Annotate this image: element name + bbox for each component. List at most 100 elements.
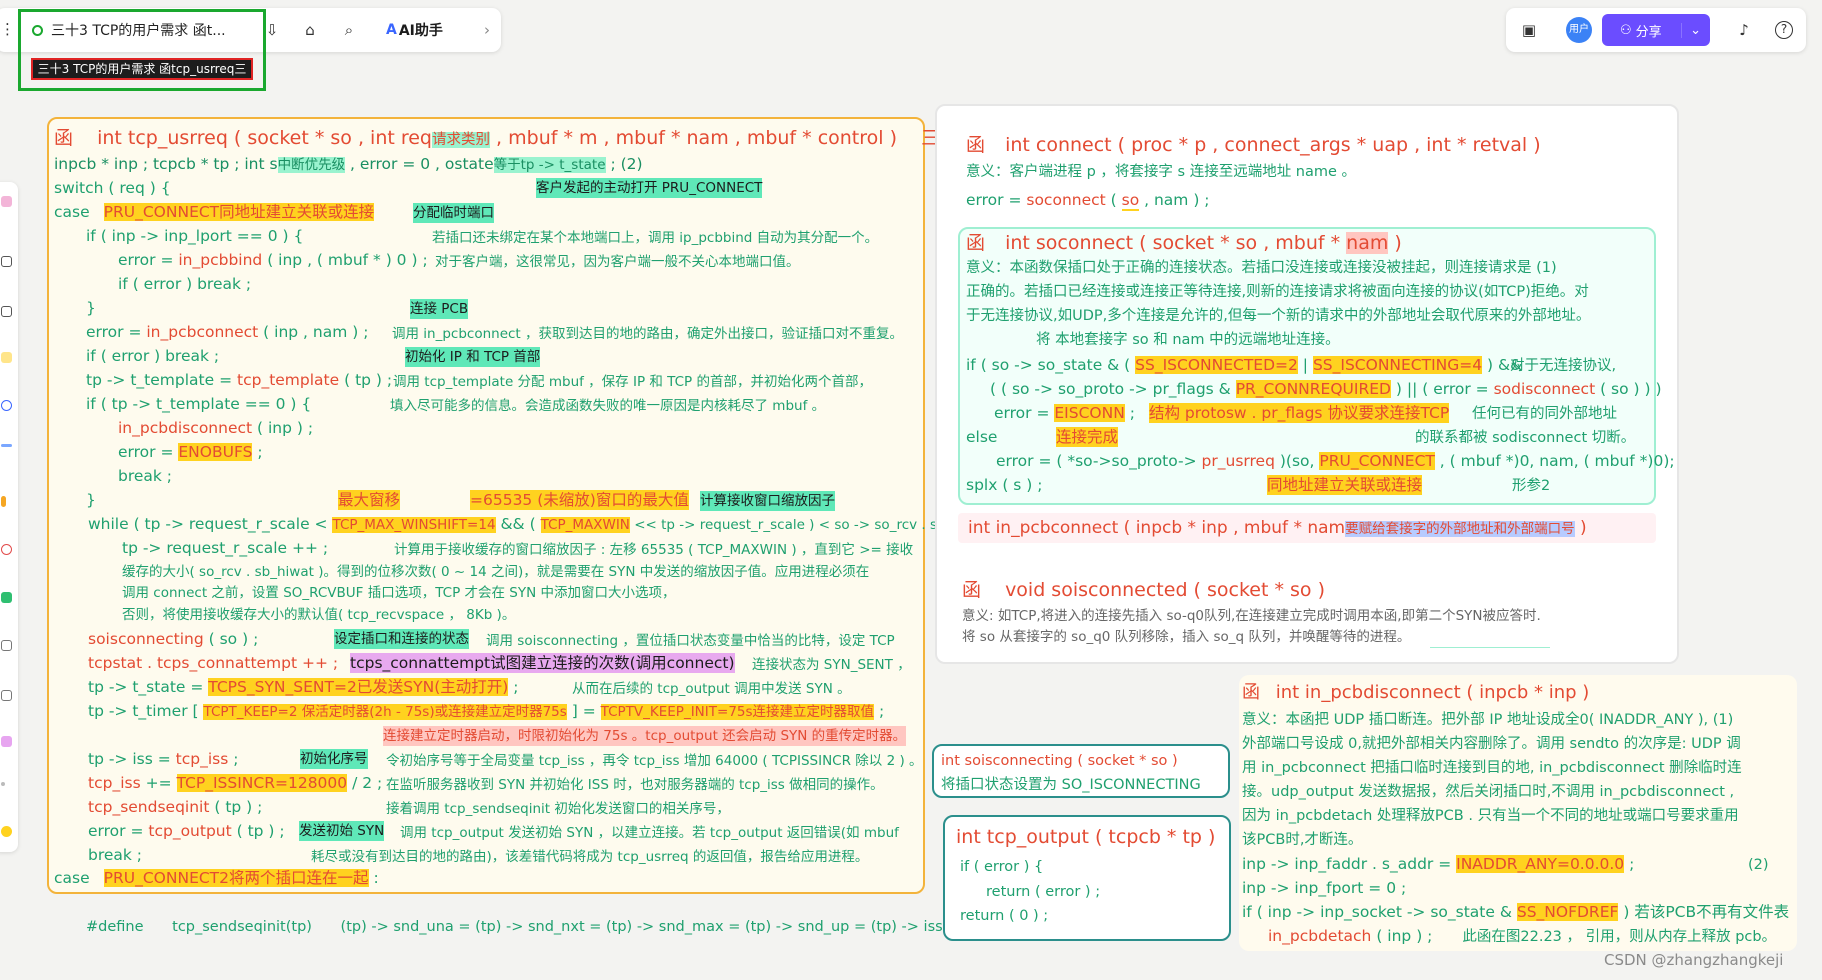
- note-icon[interactable]: [1, 352, 12, 363]
- note-highlight: 同地址建立关联或连接: [1267, 475, 1423, 495]
- template-icon[interactable]: [1, 736, 12, 747]
- note-highlight: =65535 (未缩放)窗口的最大值: [470, 490, 689, 510]
- code-line: error = ENOBUFS ;: [118, 443, 263, 461]
- code-line: error = tcp_output ( tp ) ;: [88, 822, 285, 840]
- code-line: splx ( s ) ;: [966, 476, 1043, 494]
- req-note: 请求类别: [432, 132, 490, 148]
- code-line: if ( error ) break ;: [86, 347, 220, 365]
- code-line: in_pcbdetach ( inp ) ; 此函在图22.23 ， 引用，则从内…: [1268, 927, 1777, 945]
- note-text: 的联系都被 sodisconnect 切断。: [1415, 430, 1636, 446]
- desc-text: 用 in_pcbconnect 把插口临时连接到目的地, in_pcbdisco…: [1242, 760, 1742, 776]
- desc-text: 意义: 如TCP,将进入的连接先插入 so-q0队列,在连接建立完成时调用本函,…: [962, 608, 1541, 624]
- card-title-line: 函 void soisconnected ( socket * so ): [962, 580, 1325, 600]
- tag-icon[interactable]: ⌂: [295, 15, 325, 45]
- frame-icon[interactable]: [1, 256, 12, 267]
- card-title-line: 函 int tcp_usrreq ( socket * so , int req…: [54, 128, 940, 150]
- code-line: in_pcbdisconnect ( inp ) ;: [118, 419, 314, 437]
- note-text: 连接状态为 SYN_SENT ，: [752, 657, 911, 673]
- code-line: }: [86, 491, 96, 509]
- note-text: 调用 tcp_output 发送初始 SYN ，以建立连接。若 tcp_outp…: [400, 825, 899, 841]
- note-text: 调用 in_pcbconnect ，获取到达目的地的路由，确定外出接口，验证插口…: [392, 326, 904, 342]
- pcbconnect-line: int in_pcbconnect ( inpcb * inp , mbuf *…: [968, 518, 1587, 538]
- code-line: inp -> inp_fport = 0 ;: [1242, 879, 1407, 897]
- note-highlight: 分配临时端口: [413, 203, 494, 223]
- code-line: inpcb * inp ; tcpcb * tp ; int s中断优先级 , …: [54, 155, 643, 173]
- code-line: if ( so -> so_state & ( SS_ISCONNECTED=2…: [966, 356, 1523, 374]
- note-text: 对于客户端，这很常见，因为客户端一般不关心本地端口值。: [435, 254, 800, 270]
- menu-icon[interactable]: ⋮: [0, 20, 15, 38]
- card-title-line: 函 int in_pcbdisconnect ( inpcb * inp ): [1242, 683, 1589, 703]
- note-highlight: 初始化序号: [300, 749, 368, 769]
- code-line: tp -> iss = tcp_iss ;: [88, 750, 239, 768]
- func-signature: void soisconnected ( socket * so ): [1005, 579, 1325, 601]
- define-body: (tp) -> snd_una = (tp) -> snd_nxt = (tp)…: [340, 919, 943, 935]
- chevron-right-icon[interactable]: ›: [472, 15, 502, 45]
- code-line: break ;: [88, 846, 143, 864]
- code-line: case PRU_CONNECT同地址建立关联或连接: [54, 203, 375, 221]
- note-text: 若插口还未绑定在某个本地端口上，调用 ip_pcbbind 自动为其分配一个。: [432, 230, 879, 246]
- note-text: 对于无连接协议,: [1510, 358, 1617, 374]
- table-icon[interactable]: [1, 592, 12, 603]
- code-line: tcp_iss += TCP_ISSINCR=128000 / 2 ;: [88, 774, 383, 792]
- func-marker: 函: [54, 127, 74, 149]
- bell-icon[interactable]: ♪: [1729, 15, 1759, 45]
- note-highlight: 连接建立定时器启动，时限初始化为 75s 。tcp_output 还会启动 SY…: [383, 726, 907, 746]
- desc-text: 意义：本函把 UDP 插口断连。把外部 IP 地址设成全0( INADDR_AN…: [1242, 712, 1734, 728]
- card-title-line: 函 int connect ( proc * p , connect_args …: [966, 135, 1541, 155]
- code-line: tcp_sendseqinit ( tp ) ;: [88, 798, 263, 816]
- code-line: tp -> t_state = TCPS_SYN_SENT=2已发送SYN(主动…: [88, 678, 519, 696]
- share-button[interactable]: ⚇ 分享 ⌄: [1602, 14, 1710, 46]
- doc-tab-tooltip: 三十3 TCP的用户需求 函tcp_usrreq三: [31, 58, 253, 80]
- doc-icon[interactable]: [1, 640, 12, 651]
- ai-assistant-button[interactable]: A AI助手: [386, 20, 443, 40]
- share-chevron-icon[interactable]: ⌄: [1681, 22, 1701, 38]
- note-highlight: 结构 protosw . pr_flags 协议要求连接TCP: [1149, 403, 1450, 423]
- note-text: 否则，将使用接收缓存大小的默认值( tcp_recvspace ， 8Kb )。: [122, 607, 516, 623]
- shape-icon[interactable]: [1, 400, 12, 411]
- note-text: 计算用于接收缓存的窗口缩放因子 : 左移 65535 ( TCP_MAXWIN …: [394, 542, 914, 558]
- note-text: 形参2: [1512, 478, 1551, 494]
- note-text: 调用 soisconnecting ，置位插口状态变量中恰当的比特，设定 TCP: [486, 633, 895, 649]
- note-text: 令初始序号等于全局变量 tcp_iss ，再令 tcp_iss 增加 64000…: [386, 753, 923, 769]
- code-line: tp -> t_timer [ TCPT_KEEP=2 保活定时器(2h - 7…: [88, 702, 885, 720]
- present-icon[interactable]: ▣: [1514, 15, 1544, 45]
- define-macro-line[interactable]: #define tcp_sendseqinit(tp) (tp) -> snd_…: [86, 917, 943, 937]
- connector-icon[interactable]: [1, 444, 12, 447]
- code-line: ( ( so -> so_proto -> pr_flags & PR_CONN…: [990, 380, 1662, 398]
- code-line: switch ( req ) {: [54, 179, 171, 197]
- note-highlight: tcps_connattempt试图建立连接的次数(调用connect): [350, 653, 735, 673]
- list-icon[interactable]: [1, 690, 12, 701]
- code-line: if ( inp -> inp_socket -> so_state & SS_…: [1242, 903, 1790, 921]
- search-icon[interactable]: ⌕: [334, 15, 364, 45]
- func-signature: int soconnect ( socket * so , mbuf *: [1005, 232, 1347, 254]
- code-line: return ( 0 ) ;: [960, 908, 1049, 924]
- code-line: if ( error ) break ;: [118, 275, 252, 293]
- code-line: error = soconnect ( so , nam ) ;: [966, 191, 1210, 211]
- desc-text: 正确的。若插口已经连接或连接正等待连接,则新的连接请求将被面向连接的协议(如TC…: [966, 284, 1589, 300]
- func-signature: int tcp_output ( tcpcb * tp ): [956, 826, 1216, 848]
- note-text: 从而在后续的 tcp_output 调用中发送 SYN 。: [572, 681, 851, 697]
- help-icon[interactable]: ?: [1769, 15, 1799, 45]
- more-tools-icon[interactable]: [1, 782, 5, 786]
- watermark: CSDN @zhangzhangkeji: [1604, 951, 1784, 969]
- code-line: if ( tp -> t_template == 0 ) {: [86, 395, 312, 413]
- code-line: error = in_pcbbind ( inp , ( mbuf * ) 0 …: [118, 251, 428, 269]
- desc-text: 外部端口号设成 0,就把外部相关内容删除了。调用 sendto 的次序是: UD…: [1242, 736, 1741, 752]
- emoji-icon[interactable]: [1, 826, 12, 837]
- define-keyword: #define: [86, 919, 144, 935]
- card-title-line: 函 int soconnect ( socket * so , mbuf * n…: [966, 232, 1402, 254]
- tooltip-text: 三十3 TCP的用户需求 函tcp_usrreq三: [37, 62, 247, 76]
- text-icon[interactable]: [1, 306, 12, 317]
- side-tool-strip: [0, 182, 18, 852]
- func-signature: int in_pcbdisconnect ( inpcb * inp ): [1275, 682, 1590, 703]
- note-highlight: 设定插口和连接的状态: [334, 629, 469, 649]
- avatar[interactable]: 用户: [1566, 17, 1592, 43]
- mindmap-icon[interactable]: [1, 544, 12, 555]
- pen-icon[interactable]: [1, 496, 6, 507]
- func-marker: 函: [966, 232, 986, 254]
- code-line: tp -> t_template = tcp_template ( tp ) ;: [86, 371, 393, 389]
- sticky-note-icon[interactable]: [1, 196, 12, 207]
- note-text: 在监听服务器收到 SYN 并初始化 ISS 时，也对服务器端的 tcp_iss …: [386, 777, 884, 793]
- desc-text: 因为 in_pcbdetach 处理释放PCB . 只有当一个不同的地址或端口号…: [1242, 808, 1739, 824]
- desc-text: 意义：客户端进程 p ，将套接字 s 连接至远端地址 name 。: [966, 164, 1357, 180]
